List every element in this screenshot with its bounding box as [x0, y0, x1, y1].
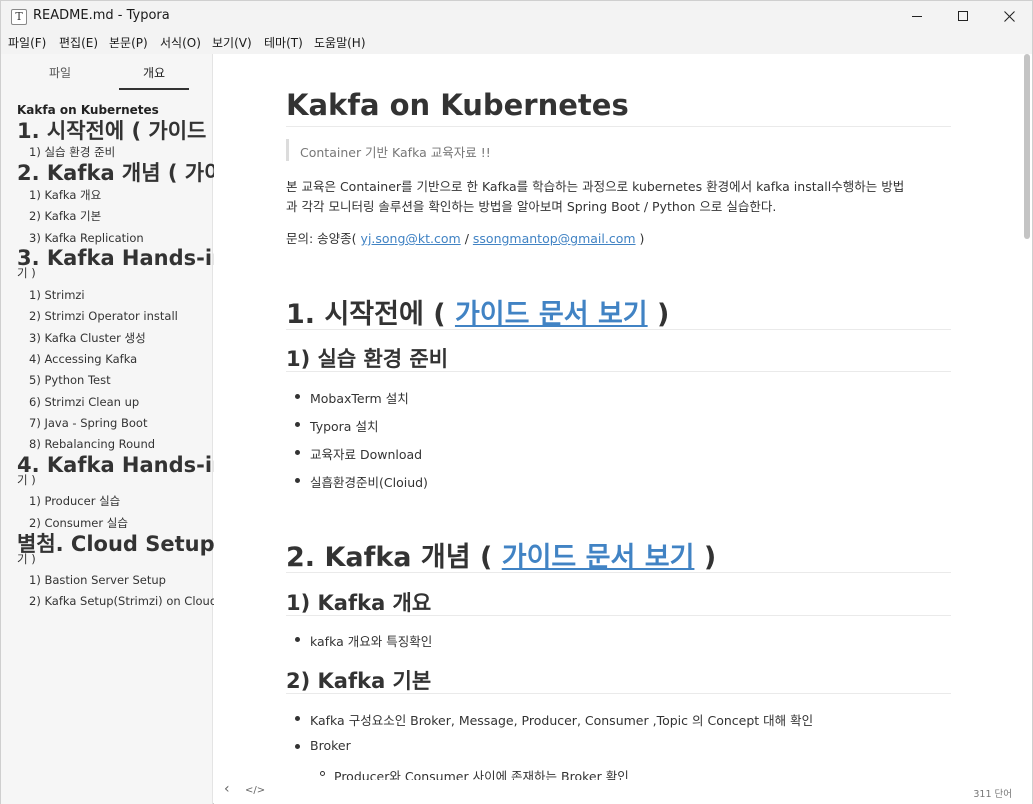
- outline-item[interactable]: 1) Kafka 개요: [29, 188, 101, 203]
- guide-doc-link[interactable]: 가이드 문서 보기: [502, 542, 695, 573]
- sidebar: 파일 개요 Kakfa on Kubernetes 1. 시작전에 ( 가이드 …: [1, 54, 382, 804]
- intro-paragraph-line: 본 교육은 Container를 기반으로 한 Kafka를 학습하는 과정으로…: [286, 179, 905, 194]
- section-heading-text: 1. 시작전에 (: [286, 299, 455, 330]
- menu-edit[interactable]: 편집(E): [59, 34, 98, 52]
- typora-app-icon: T: [11, 9, 27, 25]
- list-item: Kafka 구성요소인 Broker, Message, Producer, C…: [294, 710, 813, 729]
- maximize-button[interactable]: [940, 1, 986, 32]
- outline-item[interactable]: 7) Java - Spring Boot: [29, 416, 147, 431]
- outline-item[interactable]: 2) Kafka Setup(Strimzi) on Cloud: [29, 594, 217, 609]
- close-button[interactable]: [986, 1, 1032, 32]
- outline-item[interactable]: 5) Python Test: [29, 373, 111, 388]
- outline-item[interactable]: 3) Kafka Replication: [29, 231, 144, 246]
- menu-file[interactable]: 파일(F): [8, 34, 46, 52]
- contact-separator: /: [460, 231, 473, 246]
- list-item: Typora 설치: [294, 416, 378, 435]
- list-item: Broker: [295, 738, 351, 753]
- outline-item[interactable]: Kakfa on Kubernetes: [17, 103, 159, 118]
- guide-doc-link[interactable]: 가이드 문서 보기: [455, 299, 648, 330]
- document-title: Kakfa on Kubernetes: [286, 88, 629, 122]
- status-bar: ‹ </> 311 단어: [214, 780, 1020, 804]
- contact-suffix: ): [635, 231, 645, 246]
- editor-content[interactable]: Kakfa on Kubernetes Container 기반 Kafka 교…: [214, 54, 1020, 780]
- typora-window: T README.md - Typora 파일(F) 편집(E) 본문(P) 서…: [0, 0, 1033, 804]
- outline-item[interactable]: 2) Strimzi Operator install: [29, 309, 178, 324]
- close-icon: [1004, 11, 1015, 22]
- tab-outline[interactable]: 개요: [119, 60, 189, 86]
- outline-item[interactable]: 6) Strimzi Clean up: [29, 395, 139, 410]
- contact-line: 문의: 송양종( yj.song@kt.com / ssongmantop@gm…: [286, 228, 644, 247]
- outline-item[interactable]: 1) Bastion Server Setup: [29, 573, 166, 588]
- list-item: MobaxTerm 설치: [295, 388, 409, 407]
- outline-item[interactable]: 8) Rebalancing Round: [29, 437, 155, 452]
- window-title: README.md - Typora: [33, 8, 170, 23]
- scrollbar-thumb[interactable]: [1024, 54, 1030, 239]
- menu-paragraph[interactable]: 본문(P): [109, 34, 148, 52]
- outline-item[interactable]: 1) 실습 환경 준비: [29, 145, 115, 160]
- heading-divider: [286, 572, 951, 573]
- section-heading-close: ): [647, 299, 670, 330]
- vertical-scrollbar[interactable]: [1020, 54, 1032, 804]
- heading-divider: [286, 126, 951, 127]
- heading-divider: [286, 371, 951, 372]
- menu-theme[interactable]: 테마(T): [264, 34, 303, 52]
- minimize-button[interactable]: [894, 1, 940, 32]
- menu-format[interactable]: 서식(O): [160, 34, 201, 52]
- outline-item[interactable]: 2) Consumer 실습: [29, 516, 128, 531]
- outline-item[interactable]: 2) Kafka 기본: [29, 209, 101, 224]
- toggle-sidebar-icon[interactable]: ‹: [224, 781, 230, 797]
- menu-help[interactable]: 도움말(H): [314, 34, 366, 52]
- menu-view[interactable]: 보기(V): [212, 34, 252, 52]
- heading-divider: [286, 329, 951, 330]
- subsection-heading: 1) 실습 환경 준비: [286, 347, 449, 371]
- title-bar: T README.md - Typora: [1, 1, 1032, 32]
- list-item: 실흡환경준비(Cloiud): [295, 472, 428, 491]
- intro-paragraph-line: 과 각각 모니터링 솔루션을 확인하는 방법을 알아보며 Spring Boot…: [286, 199, 777, 214]
- source-code-mode-icon[interactable]: </>: [245, 785, 265, 796]
- section-heading-close: ): [694, 542, 717, 573]
- blockquote-bar: [286, 139, 289, 161]
- outline-item[interactable]: 3) Kafka Cluster 생성: [29, 331, 146, 346]
- list-item: 교육자료 Download: [294, 444, 422, 463]
- section-heading: 1. 시작전에 ( 가이드 문서 보기 ): [286, 292, 669, 331]
- nested-list-item: Producer와 Consumer 사이에 존재하는 Broker 확인: [320, 766, 629, 780]
- heading-divider: [286, 693, 951, 694]
- outline-item[interactable]: 1) Producer 실습: [29, 494, 120, 509]
- word-count[interactable]: 311 단어: [973, 786, 1012, 800]
- list-item: kafka 개요와 특징확인: [294, 631, 432, 650]
- subsection-heading: 2) Kafka 기본: [286, 669, 432, 693]
- menu-bar: 파일(F) 편집(E) 본문(P) 서식(O) 보기(V) 테마(T) 도움말(…: [1, 32, 1032, 54]
- outline-item-continuation[interactable]: 기 ): [17, 266, 36, 281]
- blockquote-text: Container 기반 Kafka 교육자료 !!: [300, 145, 491, 160]
- email-link[interactable]: ssongmantop@gmail.com: [473, 231, 636, 246]
- section-heading-text: 2. Kafka 개념 (: [286, 542, 502, 573]
- tab-files[interactable]: 파일: [25, 60, 95, 86]
- contact-prefix: 문의: 송양종(: [286, 231, 361, 246]
- outline-item[interactable]: 4) Accessing Kafka: [29, 352, 137, 367]
- subsection-heading: 1) Kafka 개요: [286, 591, 432, 615]
- section-heading: 2. Kafka 개념 ( 가이드 문서 보기 ): [286, 535, 716, 574]
- email-link[interactable]: yj.song@kt.com: [361, 231, 461, 246]
- heading-divider: [286, 615, 951, 616]
- outline-item[interactable]: 1) Strimzi: [29, 288, 85, 303]
- outline-item-continuation[interactable]: 기 ): [17, 552, 36, 567]
- outline-item-continuation[interactable]: 기 ): [17, 473, 36, 488]
- active-tab-indicator: [119, 88, 189, 90]
